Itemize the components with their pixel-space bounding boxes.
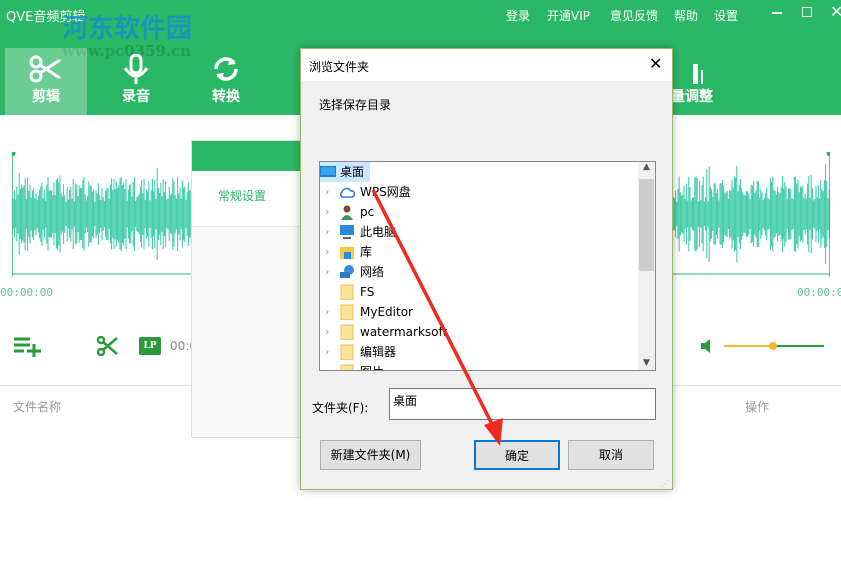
folder-icon	[340, 284, 354, 300]
folder-input[interactable]: 桌面	[389, 388, 656, 420]
marker-handle	[826, 152, 830, 157]
watermark: 河东软件园	[62, 14, 193, 44]
folder-label: 文件夹(F):	[312, 401, 369, 415]
chevron-right-icon[interactable]: ›	[325, 342, 329, 362]
chevron-right-icon[interactable]: ›	[325, 302, 329, 322]
menu-settings[interactable]: 设置	[714, 7, 738, 24]
nav-cut[interactable]: 剪辑	[5, 48, 87, 115]
tree-node[interactable]: 桌面	[320, 162, 370, 182]
computer-icon	[340, 225, 354, 239]
close-icon[interactable]: ✕	[649, 54, 662, 73]
ok-button[interactable]: 确定	[474, 440, 560, 470]
tree-node-label: MyEditor	[360, 305, 413, 319]
chevron-right-icon[interactable]: ›	[325, 182, 329, 202]
minimize-button[interactable]	[772, 12, 782, 14]
chevron-right-icon[interactable]: ›	[325, 262, 329, 282]
col-filename: 文件名称	[13, 400, 62, 414]
settings-panel: 常规设置	[191, 140, 303, 438]
refresh-icon	[214, 57, 238, 81]
loop-play-button[interactable]: LP	[139, 337, 161, 355]
tree-scrollbar[interactable]: ▲ ▼	[638, 162, 655, 370]
tree-node[interactable]: › WPS网盘	[320, 182, 640, 202]
cloud-icon	[339, 187, 355, 198]
tree-node-label: 网络	[360, 265, 385, 279]
folder-icon	[340, 324, 354, 340]
col-action: 操作	[745, 400, 770, 414]
library-icon	[340, 247, 354, 259]
menu-vip[interactable]: 开通VIP	[547, 7, 590, 24]
add-list-icon[interactable]	[14, 337, 42, 357]
chevron-right-icon[interactable]: ›	[325, 362, 329, 370]
dialog-title: 浏览文件夹	[309, 60, 370, 74]
time-end: 00:00:00	[797, 286, 841, 299]
close-button[interactable]: ✕	[830, 2, 841, 21]
nav-label: 转换	[212, 89, 240, 105]
tree-node-label: WPS网盘	[360, 185, 411, 199]
folder-icon	[340, 344, 354, 360]
folder-icon	[340, 364, 354, 370]
dialog-titlebar: 浏览文件夹 ✕	[301, 49, 672, 81]
tree-node-label: watermarksoft	[360, 325, 448, 339]
menu-login[interactable]: 登录	[506, 7, 530, 24]
desktop-icon	[320, 166, 336, 177]
new-folder-button[interactable]: 新建文件夹(M)	[320, 440, 421, 470]
nav-label: 录音	[122, 89, 150, 105]
tree-node-label: pc	[360, 205, 375, 219]
chevron-right-icon[interactable]: ›	[325, 202, 329, 222]
chevron-right-icon[interactable]: ›	[325, 242, 329, 262]
volume-knob[interactable]	[769, 342, 777, 350]
tree-node[interactable]: › 图片	[320, 362, 640, 370]
tree-node-label: 桌面	[340, 165, 365, 179]
network-icon	[340, 265, 354, 278]
user-icon	[341, 205, 353, 220]
tree-node[interactable]: › 网络	[320, 262, 640, 282]
menu-feedback[interactable]: 意见反馈	[610, 7, 658, 24]
chevron-right-icon[interactable]: ›	[325, 322, 329, 342]
tree-node[interactable]: › 库	[320, 242, 640, 262]
tree-node[interactable]: › 编辑器	[320, 342, 640, 362]
tree-node[interactable]: › MyEditor	[320, 302, 640, 322]
tree-node-label: 图片	[360, 362, 384, 370]
tree-node-label: 此电脑	[360, 225, 397, 239]
volume-icon[interactable]	[700, 338, 716, 354]
tree-node-label: 编辑器	[360, 345, 397, 359]
scissors-icon[interactable]	[97, 336, 119, 356]
nav-label: 剪辑	[32, 89, 60, 105]
folder-tree[interactable]: 桌面 › WPS网盘 › pc › 此电脑 › 库 › 网络 FS › MyEditor › watermar…	[319, 161, 656, 371]
tree-node[interactable]: › watermarksoft	[320, 322, 640, 342]
marker-handle	[12, 152, 16, 157]
maximize-button[interactable]	[802, 7, 812, 17]
resize-grip-icon[interactable]: ⋰	[661, 479, 669, 488]
tree-node-label: FS	[360, 285, 375, 299]
tab-general[interactable]: 常规设置	[192, 171, 302, 227]
microphone-icon	[123, 54, 149, 84]
nav-record[interactable]: 录音	[95, 48, 177, 115]
scissors-icon	[29, 55, 61, 83]
dialog-prompt: 选择保存目录	[319, 98, 392, 112]
nav-convert[interactable]: 转换	[185, 48, 267, 115]
volume-slider[interactable]	[724, 342, 824, 350]
cancel-button[interactable]: 取消	[568, 440, 654, 470]
tree-node[interactable]: FS	[320, 282, 640, 302]
chevron-right-icon[interactable]: ›	[325, 222, 329, 242]
tree-node[interactable]: › pc	[320, 202, 640, 222]
browse-folder-dialog: 浏览文件夹 ✕ 选择保存目录 桌面 › WPS网盘 › pc › 此电脑 › 库 › 网络 FS › My…	[300, 48, 673, 490]
tree-node[interactable]: › 此电脑	[320, 222, 640, 242]
folder-icon	[340, 304, 354, 320]
menu-help[interactable]: 帮助	[674, 7, 698, 24]
tree-node-label: 库	[360, 245, 373, 259]
time-start: 00:00:00	[0, 286, 53, 299]
